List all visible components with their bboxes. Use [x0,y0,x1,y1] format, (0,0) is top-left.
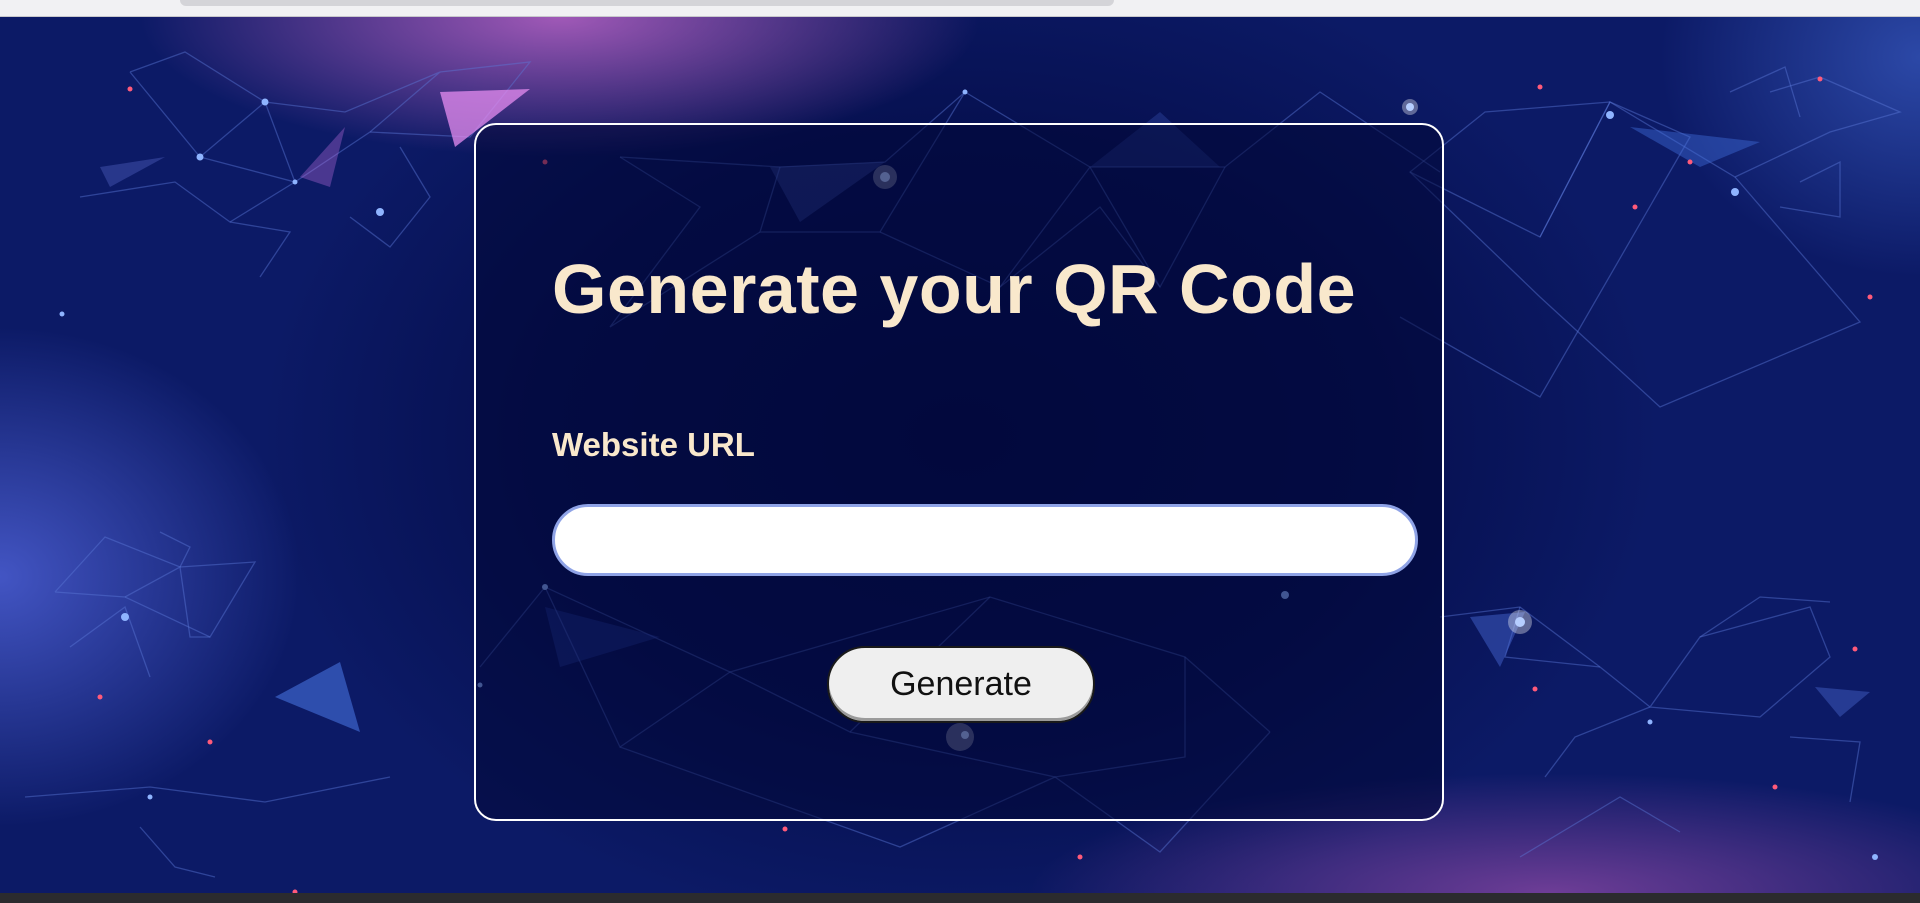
browser-top-strip [0,0,1920,17]
website-url-input[interactable] [552,504,1418,576]
website-url-label: Website URL [552,426,755,463]
horizontal-scrollbar[interactable] [180,0,1114,6]
bottom-taskbar-strip [0,893,1920,903]
qr-form-card: Generate your QR Code Website URL Genera… [474,123,1444,821]
page-title: Generate your QR Code [552,250,1357,328]
generate-button[interactable]: Generate [827,646,1095,723]
page-background: Generate your QR Code Website URL Genera… [0,17,1920,893]
